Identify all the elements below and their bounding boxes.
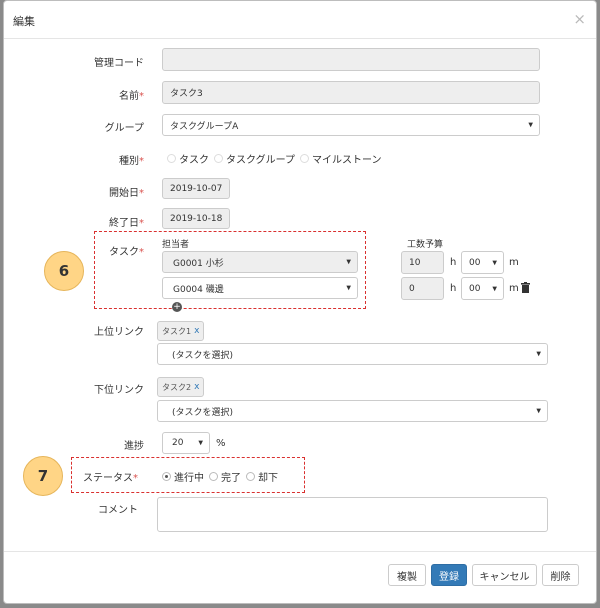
- group-label: グループ: [104, 123, 144, 134]
- comment-textarea[interactable]: [157, 497, 548, 532]
- start-label: 開始日*: [109, 188, 144, 199]
- name-field[interactable]: タスク3: [162, 81, 540, 104]
- radio-status-in-progress-label: 進行中: [174, 473, 204, 484]
- chevron-down-icon: ▼: [492, 259, 497, 266]
- type-label: 種別*: [119, 156, 144, 167]
- progress-select-value: 20: [172, 438, 184, 448]
- remove-tag-icon[interactable]: x: [194, 326, 199, 336]
- radio-status-in-progress[interactable]: [162, 472, 171, 481]
- assignee-select-2[interactable]: G0004 磯邊 ▼: [162, 277, 358, 299]
- end-date-field[interactable]: 2019-10-18: [162, 208, 230, 229]
- chevron-down-icon: ▼: [536, 350, 541, 358]
- progress-label: 進捗: [124, 441, 144, 452]
- radio-status-done[interactable]: [209, 472, 218, 481]
- add-assignee-icon[interactable]: +: [172, 302, 182, 312]
- callout-7-badge: 7: [23, 456, 63, 496]
- minutes-unit-1: m: [509, 257, 519, 268]
- upper-link-select-value: (タスクを選択): [172, 350, 234, 361]
- minutes-select-1[interactable]: 00 ▼: [461, 251, 504, 274]
- close-icon[interactable]: ×: [573, 10, 586, 28]
- status-radio-group: 進行中 完了 却下: [162, 469, 278, 484]
- assignee-select-1-value: G0001 小杉: [173, 258, 224, 269]
- assignee-select-2-value: G0004 磯邊: [173, 284, 224, 295]
- task-label: タスク*: [109, 247, 144, 258]
- upper-link-label: 上位リンク: [94, 327, 144, 338]
- radio-type-milestone[interactable]: [300, 154, 309, 163]
- chevron-down-icon: ▼: [492, 285, 497, 292]
- lower-link-label: 下位リンク: [94, 385, 144, 396]
- lower-link-select-value: (タスクを選択): [172, 407, 234, 418]
- radio-status-rejected-label: 却下: [258, 473, 278, 484]
- name-label: 名前*: [119, 91, 144, 102]
- hours-unit-2: h: [450, 283, 457, 294]
- cancel-button[interactable]: キャンセル: [472, 564, 537, 586]
- chevron-down-icon: ▼: [536, 407, 541, 415]
- radio-type-milestone-label: マイルストーン: [312, 155, 382, 166]
- progress-select[interactable]: 20 ▼: [162, 432, 210, 454]
- radio-type-task-label: タスク: [179, 155, 209, 166]
- callout-6-badge: 6: [44, 251, 84, 291]
- status-label: ステータス*: [83, 473, 138, 484]
- progress-unit: %: [216, 438, 226, 449]
- footer-divider: [4, 551, 596, 552]
- end-label: 終了日*: [109, 218, 144, 229]
- code-label: 管理コード: [94, 58, 144, 69]
- minutes-select-1-value: 00: [469, 257, 481, 268]
- minutes-select-2[interactable]: 00 ▼: [461, 277, 504, 300]
- radio-type-taskgroup-label: タスクグループ: [226, 155, 295, 166]
- group-select[interactable]: タスクグループA ▼: [162, 114, 540, 136]
- hours-unit-1: h: [450, 257, 457, 268]
- assignee-header: 担当者: [162, 240, 190, 250]
- hours-field-1[interactable]: 10: [401, 251, 444, 274]
- assignee-select-1[interactable]: G0001 小杉 ▼: [162, 251, 358, 273]
- radio-type-task[interactable]: [167, 154, 176, 163]
- chevron-down-icon: ▼: [528, 121, 533, 129]
- delete-button[interactable]: 削除: [542, 564, 579, 586]
- lower-link-tag: タスク2 x: [157, 377, 205, 397]
- upper-link-select[interactable]: (タスクを選択) ▼: [157, 343, 548, 365]
- chevron-down-icon: ▼: [346, 284, 351, 292]
- radio-type-taskgroup[interactable]: [214, 154, 223, 163]
- type-radio-group: タスク タスクグループ マイルストーン: [167, 151, 382, 166]
- comment-label: コメント: [98, 505, 138, 516]
- upper-link-tag-label: タスク1: [162, 326, 192, 336]
- lower-link-tag-label: タスク2: [162, 382, 192, 392]
- dialog-header: 編集 ×: [4, 1, 596, 39]
- budget-header: 工数予算: [407, 240, 444, 250]
- dialog-title: 編集: [13, 15, 35, 28]
- chevron-down-icon: ▼: [198, 439, 203, 447]
- copy-button[interactable]: 複製: [388, 564, 426, 586]
- start-date-field[interactable]: 2019-10-07: [162, 178, 230, 199]
- minutes-select-2-value: 00: [469, 283, 481, 294]
- trash-icon[interactable]: [521, 282, 530, 293]
- minutes-unit-2: m: [509, 283, 519, 294]
- remove-tag-icon[interactable]: x: [194, 382, 199, 392]
- chevron-down-icon: ▼: [346, 258, 351, 266]
- lower-link-select[interactable]: (タスクを選択) ▼: [157, 400, 548, 422]
- group-select-value: タスクグループA: [170, 121, 239, 132]
- hours-field-2[interactable]: 0: [401, 277, 444, 300]
- radio-status-done-label: 完了: [221, 473, 241, 484]
- save-button[interactable]: 登録: [431, 564, 467, 586]
- upper-link-tag: タスク1 x: [157, 321, 205, 341]
- edit-dialog: 編集 × 管理コード 名前* タスク3 グループ タスクグループA ▼ 種別* …: [3, 0, 597, 604]
- code-field[interactable]: [162, 48, 540, 71]
- radio-status-rejected[interactable]: [246, 472, 255, 481]
